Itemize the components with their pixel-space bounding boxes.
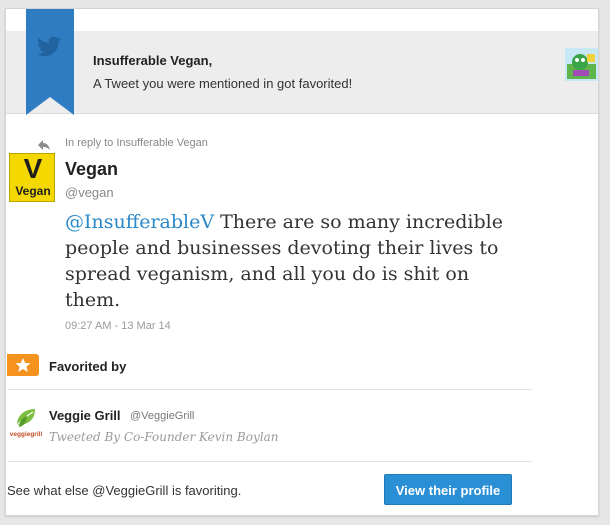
avatar-word: Vegan [15, 184, 51, 198]
favorited-badge [7, 354, 39, 376]
author-avatar[interactable]: V Vegan [9, 153, 55, 202]
recipient-avatar[interactable] [565, 48, 598, 81]
notification-header: Insufferable Vegan, A Tweet you were men… [6, 31, 598, 114]
divider [8, 461, 532, 462]
twitter-ribbon [26, 9, 74, 115]
divider [8, 389, 532, 390]
footer-text: See what else @VeggieGrill is favoriting… [7, 483, 242, 498]
tweet-text: @InsufferableV There are so many incredi… [65, 209, 525, 313]
tweet-timestamp[interactable]: 09:27 AM - 13 Mar 14 [65, 320, 171, 332]
author-name[interactable]: Vegan [65, 159, 118, 180]
favoriter-bio: Tweeted By Co-Founder Kevin Boylan [49, 430, 279, 444]
notification-title: Insufferable Vegan, [93, 53, 213, 68]
view-profile-button[interactable]: View their profile [384, 474, 512, 505]
favoriter-name[interactable]: Veggie Grill [49, 408, 121, 423]
notification-card: Insufferable Vegan, A Tweet you were men… [5, 8, 599, 516]
mention-link[interactable]: @InsufferableV [65, 211, 214, 233]
reply-arrow-icon [37, 138, 51, 150]
notification-subtitle: A Tweet you were mentioned in got favori… [93, 76, 353, 91]
star-icon [15, 358, 31, 372]
favorited-by-label: Favorited by [49, 359, 127, 374]
in-reply-to-label[interactable]: In reply to Insufferable Vegan [65, 137, 208, 149]
avatar-letter: V [23, 153, 43, 184]
favoriter-avatar[interactable]: veggiegrill [9, 405, 43, 439]
svg-text:veggiegrill: veggiegrill [10, 431, 43, 438]
favoriter-handle[interactable]: @VeggieGrill [130, 410, 194, 422]
author-handle[interactable]: @vegan [65, 185, 114, 200]
